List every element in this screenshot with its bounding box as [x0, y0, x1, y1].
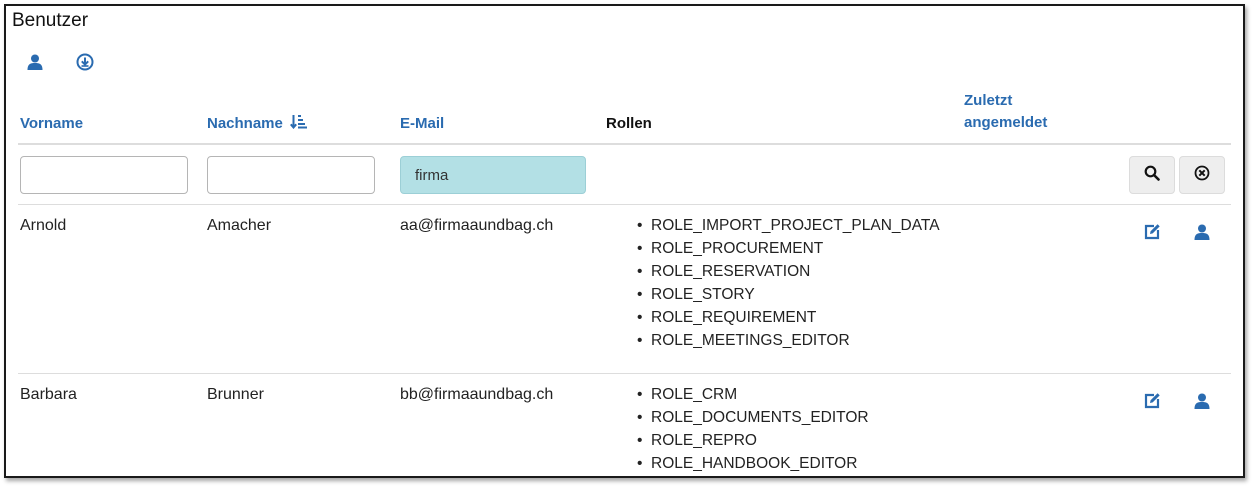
role-item: ROLE_RESERVATION	[637, 260, 940, 283]
last-name-cell: Amacher	[207, 217, 272, 234]
column-header-email[interactable]: E-Mail	[400, 113, 444, 135]
role-item: ROLE_IMPORT_PROJECT_PLAN_DATA	[637, 214, 940, 237]
role-item: ROLE_STORY	[637, 283, 940, 306]
column-header-last-login-line1: Zuletzt	[964, 92, 1013, 109]
filter-last-name-input[interactable]	[207, 156, 375, 194]
first-name-cell: Barbara	[20, 386, 77, 403]
column-header-roles: Rollen	[606, 115, 652, 132]
roles-list: ROLE_CRM ROLE_DOCUMENTS_EDITOR ROLE_REPR…	[637, 383, 869, 475]
role-item: ROLE_PROCUREMENT	[637, 237, 940, 260]
search-button[interactable]	[1129, 156, 1175, 194]
sort-ascending-icon	[290, 114, 308, 136]
users-panel: Benutzer Vorname Nachname E-Mail Rollen …	[4, 4, 1245, 478]
filter-first-name-input[interactable]	[20, 156, 188, 194]
last-name-cell: Brunner	[207, 386, 264, 403]
role-item: ROLE_MEETINGS_EDITOR	[637, 329, 940, 352]
filter-divider	[18, 204, 1231, 205]
edit-icon[interactable]	[1143, 392, 1161, 410]
user-icon[interactable]	[1193, 223, 1211, 241]
clear-filter-button[interactable]	[1179, 156, 1225, 194]
add-user-icon[interactable]	[26, 53, 44, 71]
role-item: ROLE_REPRO	[637, 429, 869, 452]
email-cell: bb@firmaaundbag.ch	[400, 386, 554, 403]
header-divider	[18, 143, 1231, 145]
column-header-last-name-label: Nachname	[207, 115, 283, 132]
row-divider	[18, 373, 1231, 374]
role-item: ROLE_DOCUMENTS_EDITOR	[637, 406, 869, 429]
role-item: ROLE_HANDBOOK_EDITOR	[637, 452, 869, 475]
column-header-first-name[interactable]: Vorname	[20, 113, 83, 135]
user-icon[interactable]	[1193, 392, 1211, 410]
column-header-last-name[interactable]: Nachname	[207, 113, 308, 136]
role-item: ROLE_CRM	[637, 383, 869, 406]
first-name-cell: Arnold	[20, 217, 67, 234]
filter-email-input[interactable]	[400, 156, 586, 194]
email-cell: aa@firmaaundbag.ch	[400, 217, 554, 234]
clear-circle-icon	[1194, 165, 1210, 186]
edit-icon[interactable]	[1143, 223, 1161, 241]
page-title: Benutzer	[12, 10, 89, 31]
role-item: ROLE_REQUIREMENT	[637, 306, 940, 329]
search-icon	[1144, 165, 1160, 186]
column-header-last-login-line2: angemeldet	[964, 114, 1048, 131]
roles-list: ROLE_IMPORT_PROJECT_PLAN_DATA ROLE_PROCU…	[637, 214, 940, 352]
column-header-last-login[interactable]: Zuletzt angemeldet	[964, 90, 1047, 134]
download-circle-icon[interactable]	[76, 53, 94, 71]
